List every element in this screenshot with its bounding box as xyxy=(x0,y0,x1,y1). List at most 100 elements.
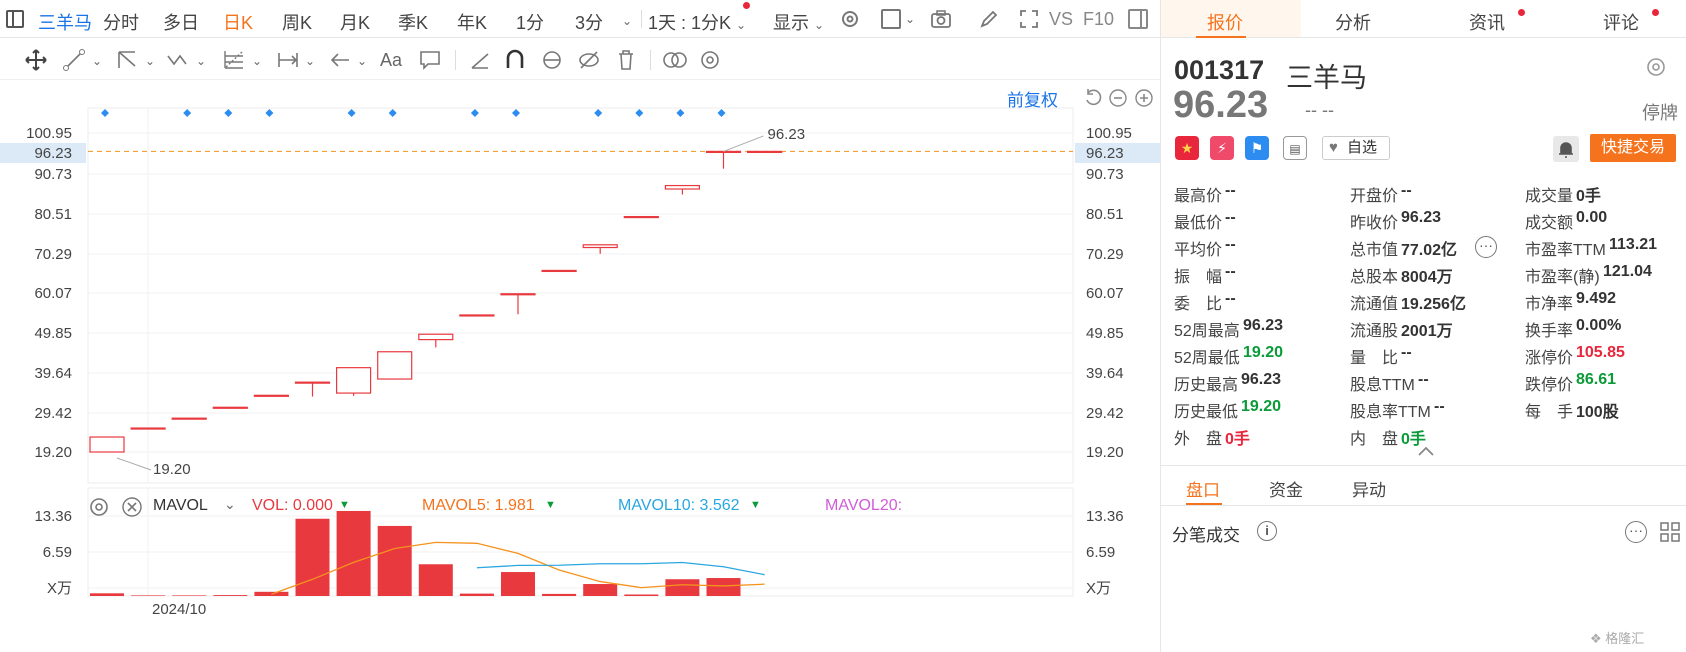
sub-tabs: 盘口 资金 异动 xyxy=(1161,466,1686,506)
lock-drawing-icon[interactable] xyxy=(540,48,564,72)
chevron-up-icon[interactable] xyxy=(1416,444,1436,456)
tab-multi-day[interactable]: 多日 xyxy=(163,9,199,35)
quote-value: 96.23 xyxy=(1243,317,1284,334)
quick-trade-button[interactable]: 快捷交易 xyxy=(1590,134,1676,162)
layout-square-icon[interactable] xyxy=(881,9,901,29)
tab-3min[interactable]: 3分 xyxy=(575,9,603,35)
volume-bar xyxy=(213,595,248,596)
settings-gear-icon[interactable] xyxy=(840,9,860,29)
vs-compare-button[interactable]: VS xyxy=(1049,9,1073,30)
tab-quarterly-k[interactable]: 季K xyxy=(398,9,428,35)
volume-bar xyxy=(583,584,618,596)
chevron-down-icon[interactable]: ⌄ xyxy=(224,496,236,513)
settings-gear-icon[interactable] xyxy=(1645,56,1667,78)
y-axis-tick-label: 96.23 xyxy=(1086,145,1124,162)
period-select[interactable]: 1天 : 1分K ⌄ xyxy=(648,9,746,35)
chevron-down-icon[interactable]: ⌄ xyxy=(92,54,102,68)
tab-stock-name[interactable]: 三羊马 xyxy=(38,9,92,35)
camera-icon[interactable] xyxy=(930,8,952,30)
halt-status: 停牌 xyxy=(1642,103,1678,123)
notification-dot xyxy=(1652,9,1659,16)
tab-1min[interactable]: 1分 xyxy=(516,9,544,35)
alert-bell-icon[interactable] xyxy=(1553,136,1579,162)
notebook-icon[interactable]: ▤ xyxy=(1283,136,1307,160)
lightning-icon[interactable]: ⚡ xyxy=(1210,136,1234,160)
chevron-down-icon[interactable]: ⌄ xyxy=(196,54,206,68)
event-diamond-icon xyxy=(717,109,726,117)
hide-drawings-icon[interactable] xyxy=(577,48,601,72)
grid-view-icon[interactable] xyxy=(1659,521,1681,543)
chevron-down-icon[interactable]: ⌄ xyxy=(905,12,915,26)
drawing-settings-icon[interactable] xyxy=(698,48,722,72)
f10-button[interactable]: F10 xyxy=(1083,9,1114,30)
tab-comments[interactable]: 评论 xyxy=(1603,9,1639,35)
tab-order-book[interactable]: 盘口 xyxy=(1186,476,1220,501)
fibonacci-grid-icon[interactable] xyxy=(222,48,246,72)
tab-monthly-k[interactable]: 月K xyxy=(340,9,370,35)
tab-quote[interactable]: 报价 xyxy=(1207,9,1243,35)
tab-weekly-k[interactable]: 周K xyxy=(282,9,312,35)
comment-icon[interactable] xyxy=(418,48,442,72)
notification-dot xyxy=(743,2,750,9)
display-menu[interactable]: 显示 ⌄ xyxy=(773,9,824,35)
candle xyxy=(212,406,248,409)
quote-value: 0.00% xyxy=(1576,317,1622,334)
arrow-left-icon[interactable] xyxy=(328,48,352,72)
tab-news[interactable]: 资讯 xyxy=(1469,9,1505,35)
candle xyxy=(459,314,495,317)
sidebar-toggle-icon[interactable] xyxy=(6,10,24,28)
polyline-icon[interactable] xyxy=(115,48,139,72)
volume-bar xyxy=(665,579,700,596)
quote-value: 100股 xyxy=(1576,404,1619,421)
close-indicator-icon[interactable] xyxy=(121,496,143,518)
tab-analysis[interactable]: 分析 xyxy=(1335,9,1371,35)
candle xyxy=(294,381,331,384)
volume-bar xyxy=(131,595,166,596)
chevron-down-icon[interactable]: ⌄ xyxy=(145,54,155,68)
quote-value: 19.20 xyxy=(1241,398,1282,415)
y-axis-tick-label: 100.95 xyxy=(1086,125,1132,142)
panel-toggle-icon[interactable] xyxy=(1128,9,1148,29)
chevron-down-icon[interactable]: ⌄ xyxy=(622,9,632,30)
candle xyxy=(418,333,454,341)
chevron-down-icon[interactable]: ⌄ xyxy=(252,54,262,68)
chevron-down-icon[interactable]: ⌄ xyxy=(305,54,315,68)
date-label: 2024/10 xyxy=(152,601,206,618)
more-options-icon[interactable]: ··· xyxy=(1475,236,1497,258)
candle xyxy=(582,244,618,249)
y-axis-tick-label: 49.85 xyxy=(34,325,72,342)
wave-pattern-icon[interactable] xyxy=(166,48,190,72)
volume-bar xyxy=(418,564,453,596)
tab-capital-flow[interactable]: 资金 xyxy=(1269,476,1303,501)
down-triangle-icon: ▼ xyxy=(545,499,556,511)
event-diamond-icon xyxy=(265,109,274,117)
text-tool-icon[interactable]: Aa xyxy=(380,48,404,72)
overlay-compare-icon[interactable] xyxy=(662,48,687,72)
tab-yearly-k[interactable]: 年K xyxy=(457,9,487,35)
fullscreen-icon[interactable] xyxy=(1018,8,1040,30)
quote-label: 流通股 xyxy=(1350,323,1399,340)
quote-value: 105.85 xyxy=(1576,344,1625,361)
y-axis-tick-label: 80.51 xyxy=(1086,206,1124,223)
tab-unusual-moves[interactable]: 异动 xyxy=(1352,476,1386,501)
magnet-icon[interactable] xyxy=(503,48,527,72)
indicator-settings-icon[interactable] xyxy=(88,496,110,518)
tag-label-icon[interactable]: ⚑ xyxy=(1245,136,1269,160)
line-segment-icon[interactable] xyxy=(62,48,86,72)
quote-label: 总市值 xyxy=(1350,242,1399,259)
mavol5-value: MAVOL5: 1.981 xyxy=(422,497,535,514)
angle-icon[interactable] xyxy=(468,48,492,72)
add-watchlist-button[interactable]: ♥ 自选 xyxy=(1322,136,1390,160)
more-options-icon[interactable]: ··· xyxy=(1625,521,1647,543)
y-axis-tick-label: 60.07 xyxy=(1086,285,1124,302)
move-cross-icon[interactable] xyxy=(24,48,48,72)
chevron-down-icon[interactable]: ⌄ xyxy=(357,54,367,68)
tab-intraday[interactable]: 分时 xyxy=(103,9,139,35)
measure-range-icon[interactable] xyxy=(276,48,300,72)
tab-daily-k[interactable]: 日K xyxy=(223,9,253,35)
pen-icon[interactable] xyxy=(978,8,1000,30)
event-diamond-icon xyxy=(676,109,685,117)
info-icon[interactable]: i xyxy=(1257,521,1277,541)
trash-icon[interactable] xyxy=(614,48,638,72)
kline-chart[interactable]: 100.95 100.95 96.23 96.23 90.73 90.73 80.51 80.… xyxy=(0,80,1160,652)
